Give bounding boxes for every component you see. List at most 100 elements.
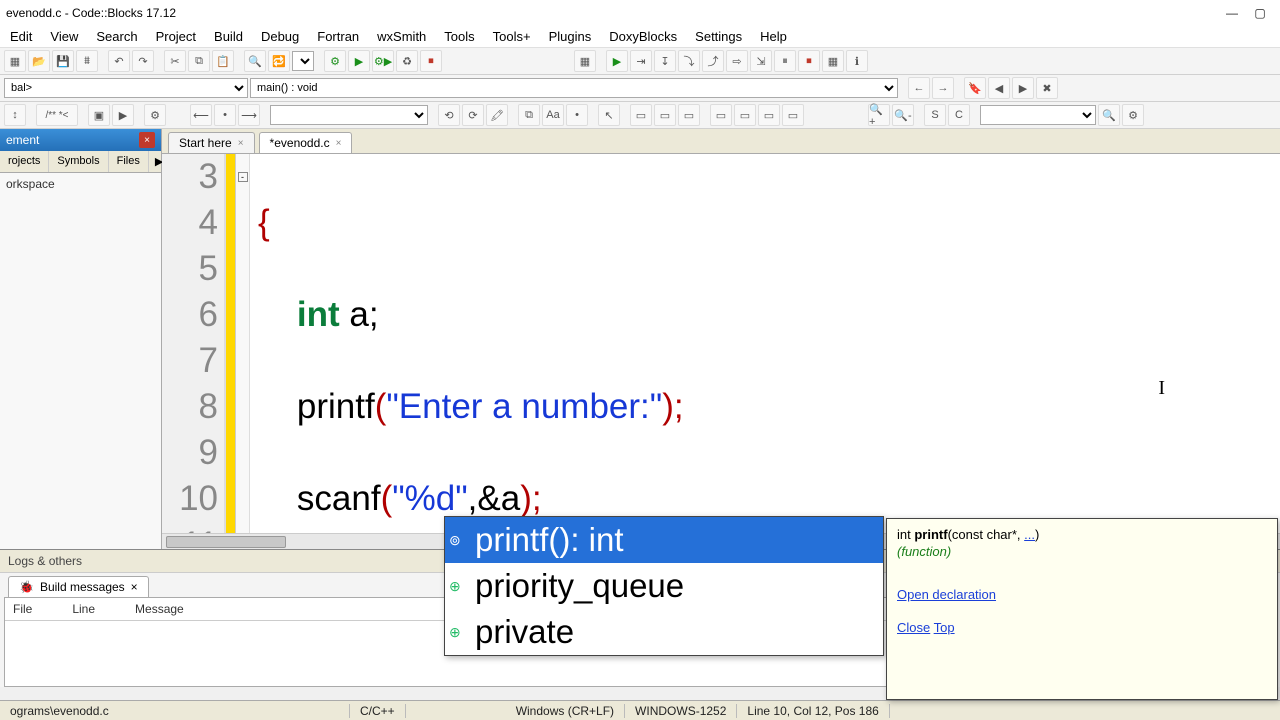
rebuild-icon[interactable]: ♻ — [396, 50, 418, 72]
step-into-icon[interactable]: ⤵ — [678, 50, 700, 72]
prev-edit-icon[interactable]: ⟲ — [438, 104, 460, 126]
code-text[interactable]: { int a; printf("Enter a number:"); scan… — [250, 154, 1280, 533]
bookmark-prev-icon[interactable]: ◀ — [988, 77, 1010, 99]
function-select[interactable]: main() : void — [250, 78, 898, 98]
run-to-cursor-icon[interactable]: ⇥ — [630, 50, 652, 72]
menu-fortran[interactable]: Fortran — [309, 27, 367, 46]
redo-icon[interactable]: ↷ — [132, 50, 154, 72]
build-run-icon[interactable]: ⚙▶ — [372, 50, 394, 72]
calltip-close-link[interactable]: Close — [897, 620, 930, 635]
tab-start-here[interactable]: Start here × — [168, 132, 255, 153]
bookmark-next-icon[interactable]: ▶ — [1012, 77, 1034, 99]
autocomplete-popup[interactable]: ⊚ printf(): int ⊕ priority_queue ⊕ priva… — [444, 516, 884, 656]
c-icon[interactable]: C — [948, 104, 970, 126]
new-file-icon[interactable]: ▦ — [4, 50, 26, 72]
break-icon[interactable]: ⏸ — [774, 50, 796, 72]
s-icon[interactable]: S — [924, 104, 946, 126]
tab-evenodd[interactable]: *evenodd.c × — [259, 132, 353, 153]
autocomplete-item-priority-queue[interactable]: ⊕ priority_queue — [445, 563, 883, 609]
box4-icon[interactable]: ▭ — [710, 104, 732, 126]
bookmark-toggle-icon[interactable]: 🔖 — [964, 77, 986, 99]
tab-close-icon[interactable]: × — [238, 138, 244, 149]
box1-icon[interactable]: ▭ — [630, 104, 652, 126]
find-icon[interactable]: 🔍 — [244, 50, 266, 72]
toggle-source-icon[interactable]: ↕ — [4, 104, 26, 126]
tab-close-icon[interactable]: × — [131, 580, 138, 594]
word-icon[interactable]: • — [566, 104, 588, 126]
paste-icon[interactable]: 📋 — [212, 50, 234, 72]
run-doxy-icon[interactable]: ▶ — [112, 104, 134, 126]
tab-close-icon[interactable]: × — [336, 138, 342, 149]
search-combo[interactable] — [980, 105, 1096, 125]
debug-run-icon[interactable]: ▶ — [606, 50, 628, 72]
debug-windows-icon[interactable]: ▦ — [822, 50, 844, 72]
scope-select[interactable]: bal> — [4, 78, 248, 98]
zoom-out-icon[interactable]: 🔍- — [892, 104, 914, 126]
save-all-icon[interactable]: ⩩ — [76, 50, 98, 72]
info-icon[interactable]: ℹ — [846, 50, 868, 72]
menu-settings[interactable]: Settings — [687, 27, 750, 46]
menu-edit[interactable]: Edit — [2, 27, 40, 46]
copy-icon[interactable]: ⧉ — [188, 50, 210, 72]
step-into-instr-icon[interactable]: ⇲ — [750, 50, 772, 72]
select-icon[interactable]: ▣ — [88, 104, 110, 126]
match-icon[interactable]: ⧉ — [518, 104, 540, 126]
replace-icon[interactable]: 🔁 — [268, 50, 290, 72]
step-out-icon[interactable]: ⤴ — [702, 50, 724, 72]
toolbar-dropdown[interactable] — [292, 51, 314, 71]
nav-fwd-icon[interactable]: → — [932, 77, 954, 99]
build-messages-tab[interactable]: 🐞 Build messages × — [8, 576, 149, 597]
maximize-button[interactable]: ▢ — [1246, 3, 1274, 23]
menu-toolsplus[interactable]: Tools+ — [485, 27, 539, 46]
menu-wxsmith[interactable]: wxSmith — [369, 27, 434, 46]
doxy-comment-icon[interactable]: /** *< — [36, 104, 78, 126]
search-go-icon[interactable]: 🔍 — [1098, 104, 1120, 126]
options-icon[interactable]: ⚙ — [144, 104, 166, 126]
autocomplete-item-private[interactable]: ⊕ private — [445, 609, 883, 655]
target-select[interactable] — [270, 105, 428, 125]
box6-icon[interactable]: ▭ — [758, 104, 780, 126]
next-line-icon[interactable]: ↧ — [654, 50, 676, 72]
target-icon[interactable]: ▦ — [574, 50, 596, 72]
workspace-tree[interactable]: orkspace — [0, 173, 161, 195]
zoom-in-icon[interactable]: 🔍+ — [868, 104, 890, 126]
menu-build[interactable]: Build — [206, 27, 251, 46]
search-opts-icon[interactable]: ⚙ — [1122, 104, 1144, 126]
cursor-icon[interactable]: ↖ — [598, 104, 620, 126]
jump-here-icon[interactable]: • — [214, 104, 236, 126]
menu-project[interactable]: Project — [148, 27, 204, 46]
save-icon[interactable]: 💾 — [52, 50, 74, 72]
next-edit-icon[interactable]: ⟳ — [462, 104, 484, 126]
bookmark-clear-icon[interactable]: ✖ — [1036, 77, 1058, 99]
autocomplete-item-printf[interactable]: ⊚ printf(): int — [445, 517, 883, 563]
code-editor[interactable]: 3 4 5 6 7 8 9 10 11 - { int a; printf("E… — [162, 154, 1280, 533]
nav-back-icon[interactable]: ← — [908, 77, 930, 99]
cut-icon[interactable]: ✂ — [164, 50, 186, 72]
menu-plugins[interactable]: Plugins — [541, 27, 600, 46]
case-icon[interactable]: Aa — [542, 104, 564, 126]
fold-minus-icon[interactable]: - — [238, 172, 248, 182]
box5-icon[interactable]: ▭ — [734, 104, 756, 126]
box2-icon[interactable]: ▭ — [654, 104, 676, 126]
run-icon[interactable]: ▶ — [348, 50, 370, 72]
menu-search[interactable]: Search — [88, 27, 145, 46]
calltip-top-link[interactable]: Top — [934, 620, 955, 635]
abort-icon[interactable]: ⏹ — [420, 50, 442, 72]
sidebar-tab-symbols[interactable]: Symbols — [49, 151, 108, 172]
scrollbar-thumb[interactable] — [166, 536, 286, 548]
menu-debug[interactable]: Debug — [253, 27, 307, 46]
calltip-varargs-link[interactable]: ... — [1024, 527, 1035, 542]
sidebar-tab-projects[interactable]: rojects — [0, 151, 49, 172]
build-icon[interactable]: ⚙ — [324, 50, 346, 72]
next-instr-icon[interactable]: ⇨ — [726, 50, 748, 72]
undo-icon[interactable]: ↶ — [108, 50, 130, 72]
jump-back-icon[interactable]: ⟵ — [190, 104, 212, 126]
box7-icon[interactable]: ▭ — [782, 104, 804, 126]
box3-icon[interactable]: ▭ — [678, 104, 700, 126]
open-declaration-link[interactable]: Open declaration — [897, 587, 996, 602]
menu-tools[interactable]: Tools — [436, 27, 482, 46]
open-icon[interactable]: 📂 — [28, 50, 50, 72]
menu-view[interactable]: View — [42, 27, 86, 46]
sidebar-close-icon[interactable]: × — [139, 132, 155, 148]
sidebar-tab-files[interactable]: Files — [109, 151, 149, 172]
